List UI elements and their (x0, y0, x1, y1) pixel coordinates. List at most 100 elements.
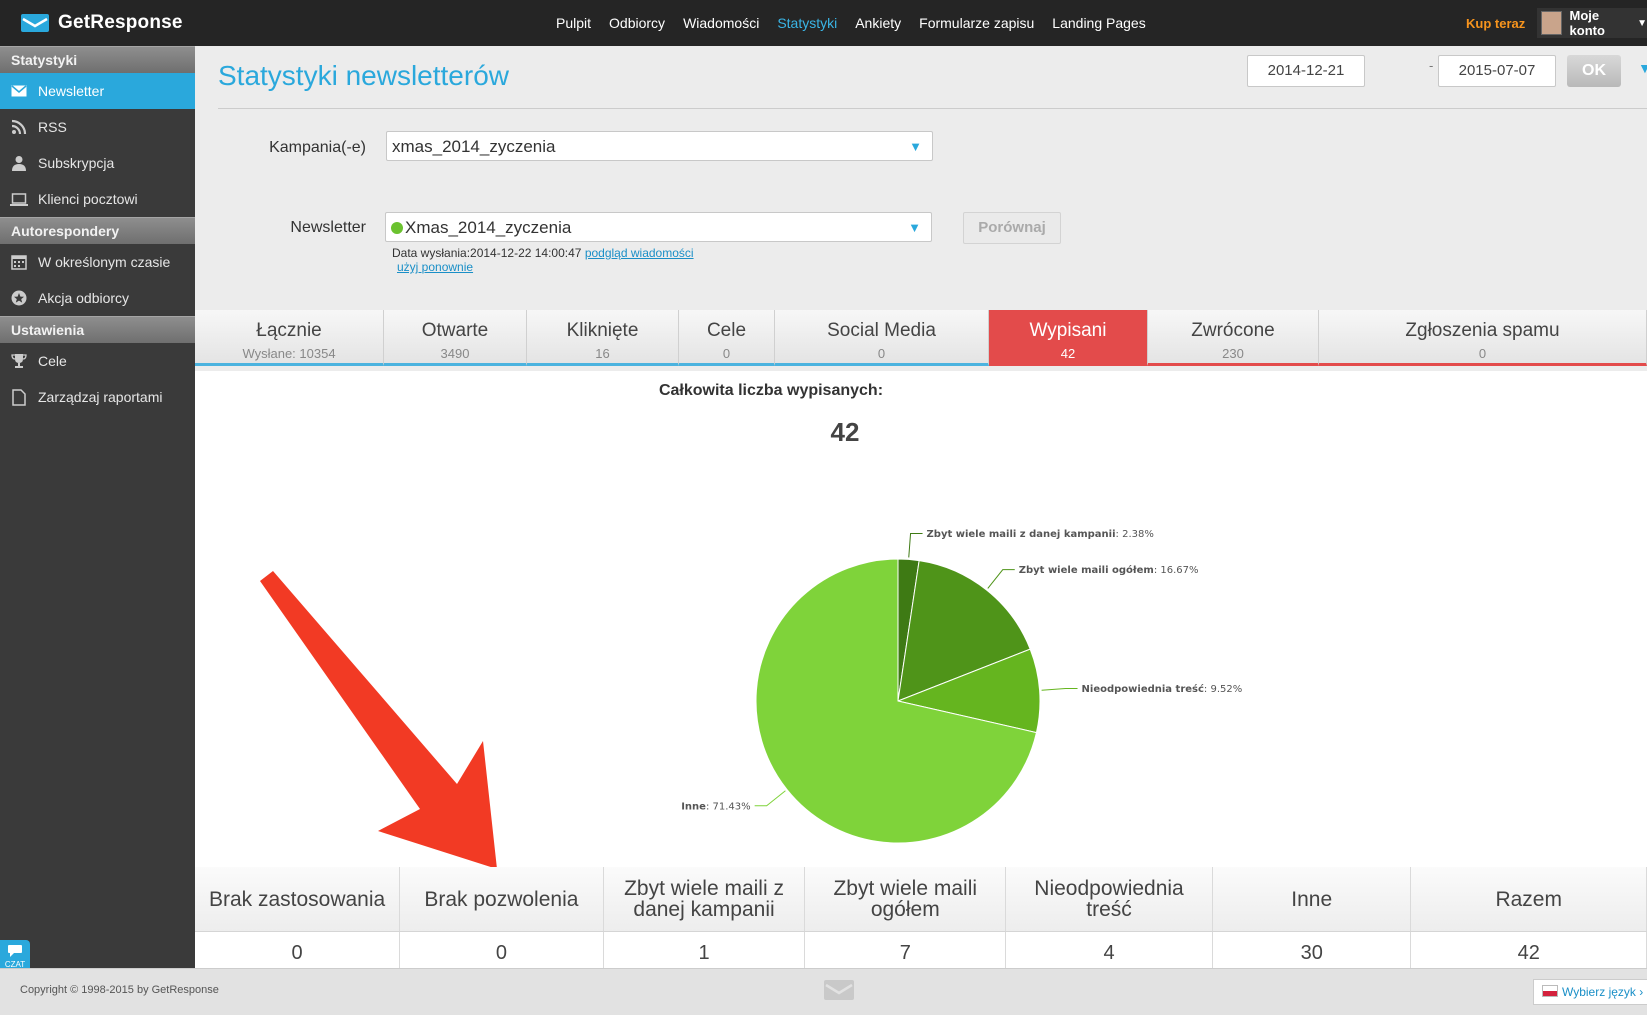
newsletter-select-value: Xmas_2014_zyczenia (405, 218, 572, 237)
unsubscribe-reasons-pie-chart: Zbyt wiele maili z danej kampanii: 2.38%… (260, 529, 1243, 867)
column-header: Brak zastosowania (195, 867, 401, 932)
newsletter-select[interactable]: Xmas_2014_zyczenia ▼ (385, 212, 932, 242)
date-separator: - (1429, 58, 1434, 73)
getresponse-logo[interactable]: GetResponse (20, 12, 183, 34)
chevron-down-icon: ▼ (909, 139, 922, 154)
sidebar-item-label: Subskrypcja (38, 155, 115, 171)
tab-label: Zwrócone (1191, 320, 1275, 341)
date-to-input[interactable]: 2015-07-07 (1438, 55, 1556, 87)
nav-item-0[interactable]: Pulpit (556, 15, 591, 31)
pie-leader-line (754, 790, 786, 807)
sidebar-item-zarządzaj-raportami[interactable]: Zarządzaj raportami (0, 379, 195, 415)
sidebar: Statystyki Newsletter RSS Subskrypcja Klienc… (0, 46, 195, 968)
sidebar-item-label: Zarządzaj raportami (38, 389, 163, 405)
tab-kliknięte[interactable]: Kliknięte 16 (527, 310, 679, 366)
tab-social-media[interactable]: Social Media 0 (775, 310, 989, 366)
reuse-link[interactable]: użyj ponownie (397, 260, 473, 274)
chevron-down-icon: ▼ (908, 220, 921, 235)
avatar (1541, 11, 1562, 35)
pie-slice-label: Inne: 71.43% (681, 801, 750, 812)
star-circle-icon (10, 289, 28, 307)
pie-leader-line (987, 569, 1015, 589)
chevron-down-icon[interactable]: ▼ (1638, 60, 1647, 76)
pie-slice-name: Nieodpowiednia treść (1082, 683, 1204, 695)
tab-label: Cele (706, 320, 747, 341)
tab-label: Łącznie (256, 320, 322, 341)
sidebar-item-akcja-odbiorcy[interactable]: Akcja odbiorcy (0, 280, 195, 316)
nav-item-2[interactable]: Wiadomości (683, 15, 759, 31)
pie-slice-label: Zbyt wiele maili ogółem: 16.67% (1019, 564, 1199, 576)
newsletter-label: Newsletter (290, 219, 366, 236)
pie-slice-name: Zbyt wiele maili ogółem (1019, 564, 1154, 576)
tab-label: Social Media (827, 320, 936, 341)
pie-slice-percent: 2.38% (1122, 529, 1154, 540)
date-from-input[interactable]: 2014-12-21 (1247, 55, 1365, 87)
pie-slice-percent: 71.43% (713, 801, 751, 812)
tab-count: 3490 (440, 346, 470, 361)
top-bar: GetResponse Pulpit Odbiorcy Wiadomości Stat… (0, 0, 1647, 46)
tab-cele[interactable]: Cele 0 (679, 310, 775, 366)
nav-item-1[interactable]: Odbiorcy (609, 15, 665, 31)
nav-item-5[interactable]: Formularze zapisu (919, 15, 1034, 31)
send-date-text: Data wysłania:2014-12-22 14:00:47 (392, 246, 582, 260)
footer: Copyright © 1998-2015 by GetResponse Wyb… (0, 968, 1647, 1015)
language-label: Wybierz język (1562, 985, 1636, 999)
pie-leader-line (1041, 687, 1078, 691)
sidebar-item-label: Cele (38, 353, 67, 369)
tab-label: Wypisani (1029, 320, 1107, 341)
calendar-icon (10, 253, 28, 271)
campaign-select[interactable]: xmas_2014_zyczenia ▼ (386, 131, 933, 161)
tab-count: 0 (877, 346, 886, 361)
chat-bubble-icon (8, 945, 22, 957)
page-title: Statystyki newsletterów (218, 60, 509, 91)
preview-message-link[interactable]: podgląd wiadomości (585, 246, 694, 260)
envelope-logo-icon (21, 14, 49, 32)
sidebar-item-rss[interactable]: RSS (0, 109, 195, 145)
send-date-info: Data wysłania:2014-12-22 14:00:47 podglą… (392, 246, 694, 260)
sidebar-item-klienci-pocztowi[interactable]: Klienci pocztowi (0, 181, 195, 217)
column-header: Brak pozwolenia (399, 867, 604, 932)
buy-now-link[interactable]: Kup teraz (1466, 16, 1525, 31)
tab-otwarte[interactable]: Otwarte 3490 (384, 310, 527, 366)
campaign-label: Kampania(-e) (269, 139, 366, 156)
tab-łącznie[interactable]: Łącznie Wysłane: 10354 (195, 310, 384, 366)
sidebar-item-newsletter[interactable]: Newsletter (0, 73, 195, 109)
column-header: Nieodpowiednia treść (1005, 867, 1213, 932)
document-icon (10, 388, 28, 406)
tab-zwrócone[interactable]: Zwrócone 230 (1148, 310, 1319, 366)
ok-button[interactable]: OK (1567, 55, 1621, 87)
unsubscribed-panel: Całkowita liczba wypisanych: 42 Zbyt wie… (195, 371, 1647, 974)
nav-item-4[interactable]: Ankiety (855, 15, 901, 31)
sidebar-item-label: RSS (38, 119, 67, 135)
account-menu[interactable]: Moje konto ▼ (1537, 8, 1647, 38)
sidebar-item-w-określonym-czasie[interactable]: W określonym czasie (0, 244, 195, 280)
pie-slice-label: Nieodpowiednia treść: 9.52% (1082, 683, 1243, 695)
title-divider (218, 108, 1647, 109)
sidebar-section-title: Ustawienia (0, 316, 195, 343)
tab-count: 0 (722, 346, 731, 361)
nav-item-3[interactable]: Statystyki (777, 15, 837, 31)
unsubscribe-reasons-table: Brak zastosowania Brak pozwolenia Zbyt wie… (195, 867, 1647, 974)
nav-item-6[interactable]: Landing Pages (1052, 15, 1145, 31)
language-select-button[interactable]: Wybierz język › (1533, 979, 1647, 1005)
copyright-text: Copyright © 1998-2015 by GetResponse (20, 984, 219, 996)
sidebar-item-cele[interactable]: Cele (0, 343, 195, 379)
tab-wypisani[interactable]: Wypisani 42 (989, 310, 1148, 366)
campaign-select-value: xmas_2014_zyczenia (392, 137, 556, 156)
sidebar-item-label: Klienci pocztowi (38, 191, 138, 207)
sidebar-item-subskrypcja[interactable]: Subskrypcja (0, 145, 195, 181)
tab-zgłoszenia-spamu[interactable]: Zgłoszenia spamu 0 (1319, 310, 1647, 366)
pie-slice-percent: 9.52% (1210, 684, 1242, 695)
tab-count: 0 (1478, 346, 1487, 361)
laptop-icon (10, 190, 28, 208)
pie-slice-label: Zbyt wiele maili z danej kampanii: 2.38% (927, 529, 1154, 540)
status-dot-icon (391, 222, 403, 234)
brand-name: GetResponse (58, 12, 183, 33)
table-header-row: Brak zastosowania Brak pozwolenia Zbyt wie… (195, 867, 1647, 932)
column-header: Zbyt wiele maili ogółem (804, 867, 1007, 932)
pie-slice-name: Inne (681, 801, 706, 812)
tab-label: Zgłoszenia spamu (1405, 320, 1560, 341)
compare-button[interactable]: Porównaj (963, 212, 1061, 244)
chevron-down-icon: ▼ (1637, 17, 1647, 29)
user-icon (10, 154, 28, 172)
